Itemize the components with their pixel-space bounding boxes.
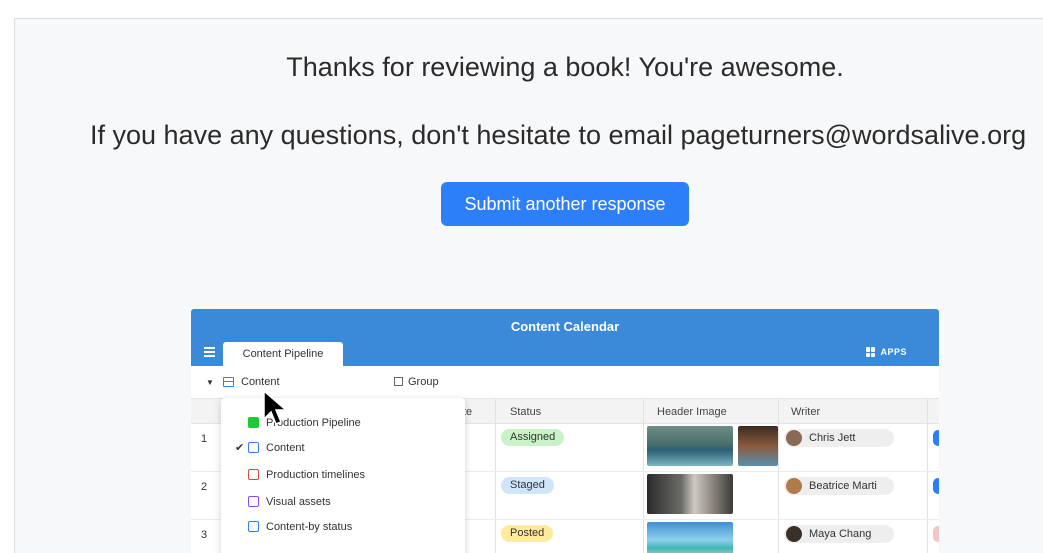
current-view-label: Content [241,376,280,388]
grid-icon [248,521,259,532]
header-image-thumbnail [647,522,733,553]
view-option-content-by-status: Content-by status [248,519,352,535]
column-header-status: Status [510,406,542,418]
header-image-thumbnail [647,474,733,514]
column-header-header-image: Header Image [657,406,727,418]
avatar [786,430,802,446]
status-badge: Assigned [501,429,565,446]
kanban-icon [248,417,259,428]
base-title: Content Calendar [510,319,620,334]
avatar [786,478,802,494]
collaborator-dot [933,478,939,494]
grid-icon [223,377,234,387]
row-number: 1 [201,433,208,445]
header-image-thumbnail [647,426,733,466]
writer-name: Maya Chang [809,528,872,540]
view-option-visual-assets: Visual assets [248,494,331,510]
apps-icon [866,347,876,357]
writer-chip: Chris Jett [784,429,894,447]
apps-button: APPS [866,347,907,357]
view-option-label: Visual assets [266,496,331,508]
writer-name: Chris Jett [809,432,856,444]
views-dropdown: Production Pipeline ✔ Content Production… [221,398,465,553]
group-label: Group [408,376,439,388]
status-badge: Staged [501,477,554,494]
group-icon [394,377,403,386]
form-icon [248,469,259,480]
collaborator-dot [933,526,939,542]
promo-screenshot: Content Calendar Content Pipeline APPS ▼… [191,309,939,553]
submit-another-response-button[interactable]: Submit another response [441,182,689,226]
view-option-production-timelines: Production timelines [248,467,365,483]
view-option-label: Content [266,442,305,454]
row-number: 2 [201,481,208,493]
caret-down-icon: ▼ [206,378,214,387]
header-image-thumbnail [738,426,778,466]
column-header-writer: Writer [791,406,821,418]
tab-content-pipeline: Content Pipeline [223,342,343,366]
view-option-label: Production timelines [266,469,366,481]
collaborator-dot [933,430,939,446]
view-option-content: Content [248,440,305,456]
avatar [786,526,802,542]
check-icon: ✔ [235,442,245,454]
grid-icon [248,442,259,453]
menu-icon [204,347,215,357]
status-badge: Posted [501,525,554,542]
apps-label: APPS [880,347,907,357]
view-bar: ▼ Content Group [191,366,939,398]
app-header: Content Calendar Content Pipeline APPS [191,309,939,366]
pointer-cursor-icon [263,389,288,425]
gallery-icon [248,496,259,507]
writer-name: Beatrice Marti [809,480,877,492]
contact-message: If you have any questions, don't hesitat… [90,120,1027,150]
row-number: 3 [201,529,208,541]
writer-chip: Beatrice Marti [784,477,894,495]
view-option-label: Content-by status [266,521,353,533]
writer-chip: Maya Chang [784,525,894,543]
thanks-message: Thanks for reviewing a book! You're awes… [286,52,844,82]
